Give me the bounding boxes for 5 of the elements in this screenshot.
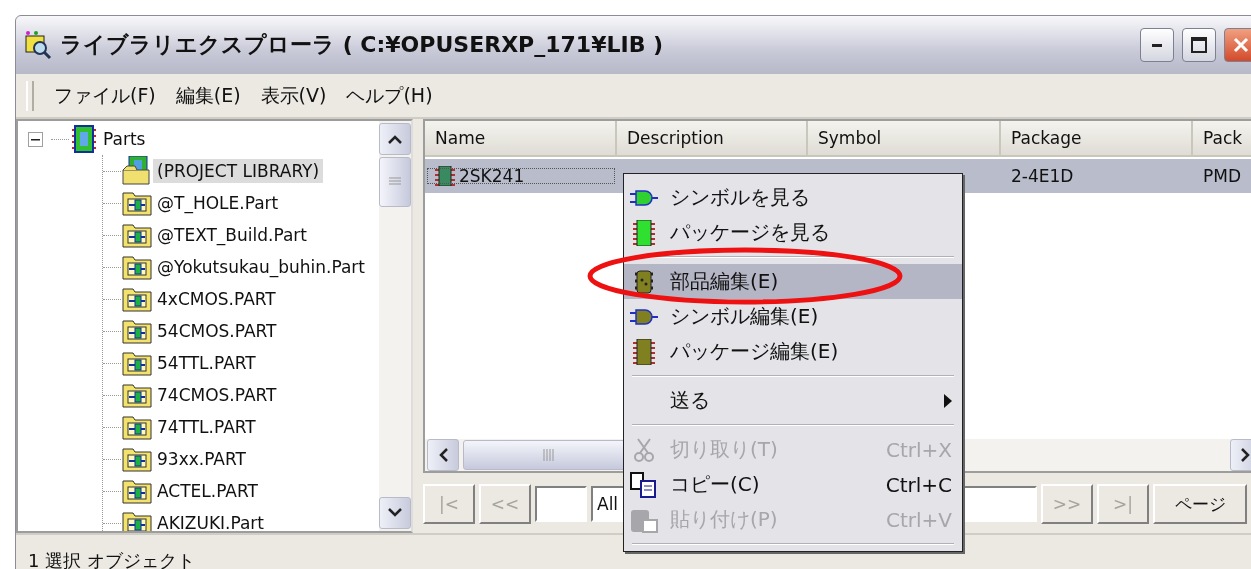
status-text: 1 選択 オブジェクト <box>28 548 195 569</box>
window-title: ライブラリエクスプローラ ( C:¥OPUSERXP_171¥LIB ) <box>60 31 665 59</box>
table-cell: 2SK241 <box>459 166 525 186</box>
table-cell: 2-4E1D <box>1011 166 1074 186</box>
table-cell: PMD <box>1203 166 1241 186</box>
